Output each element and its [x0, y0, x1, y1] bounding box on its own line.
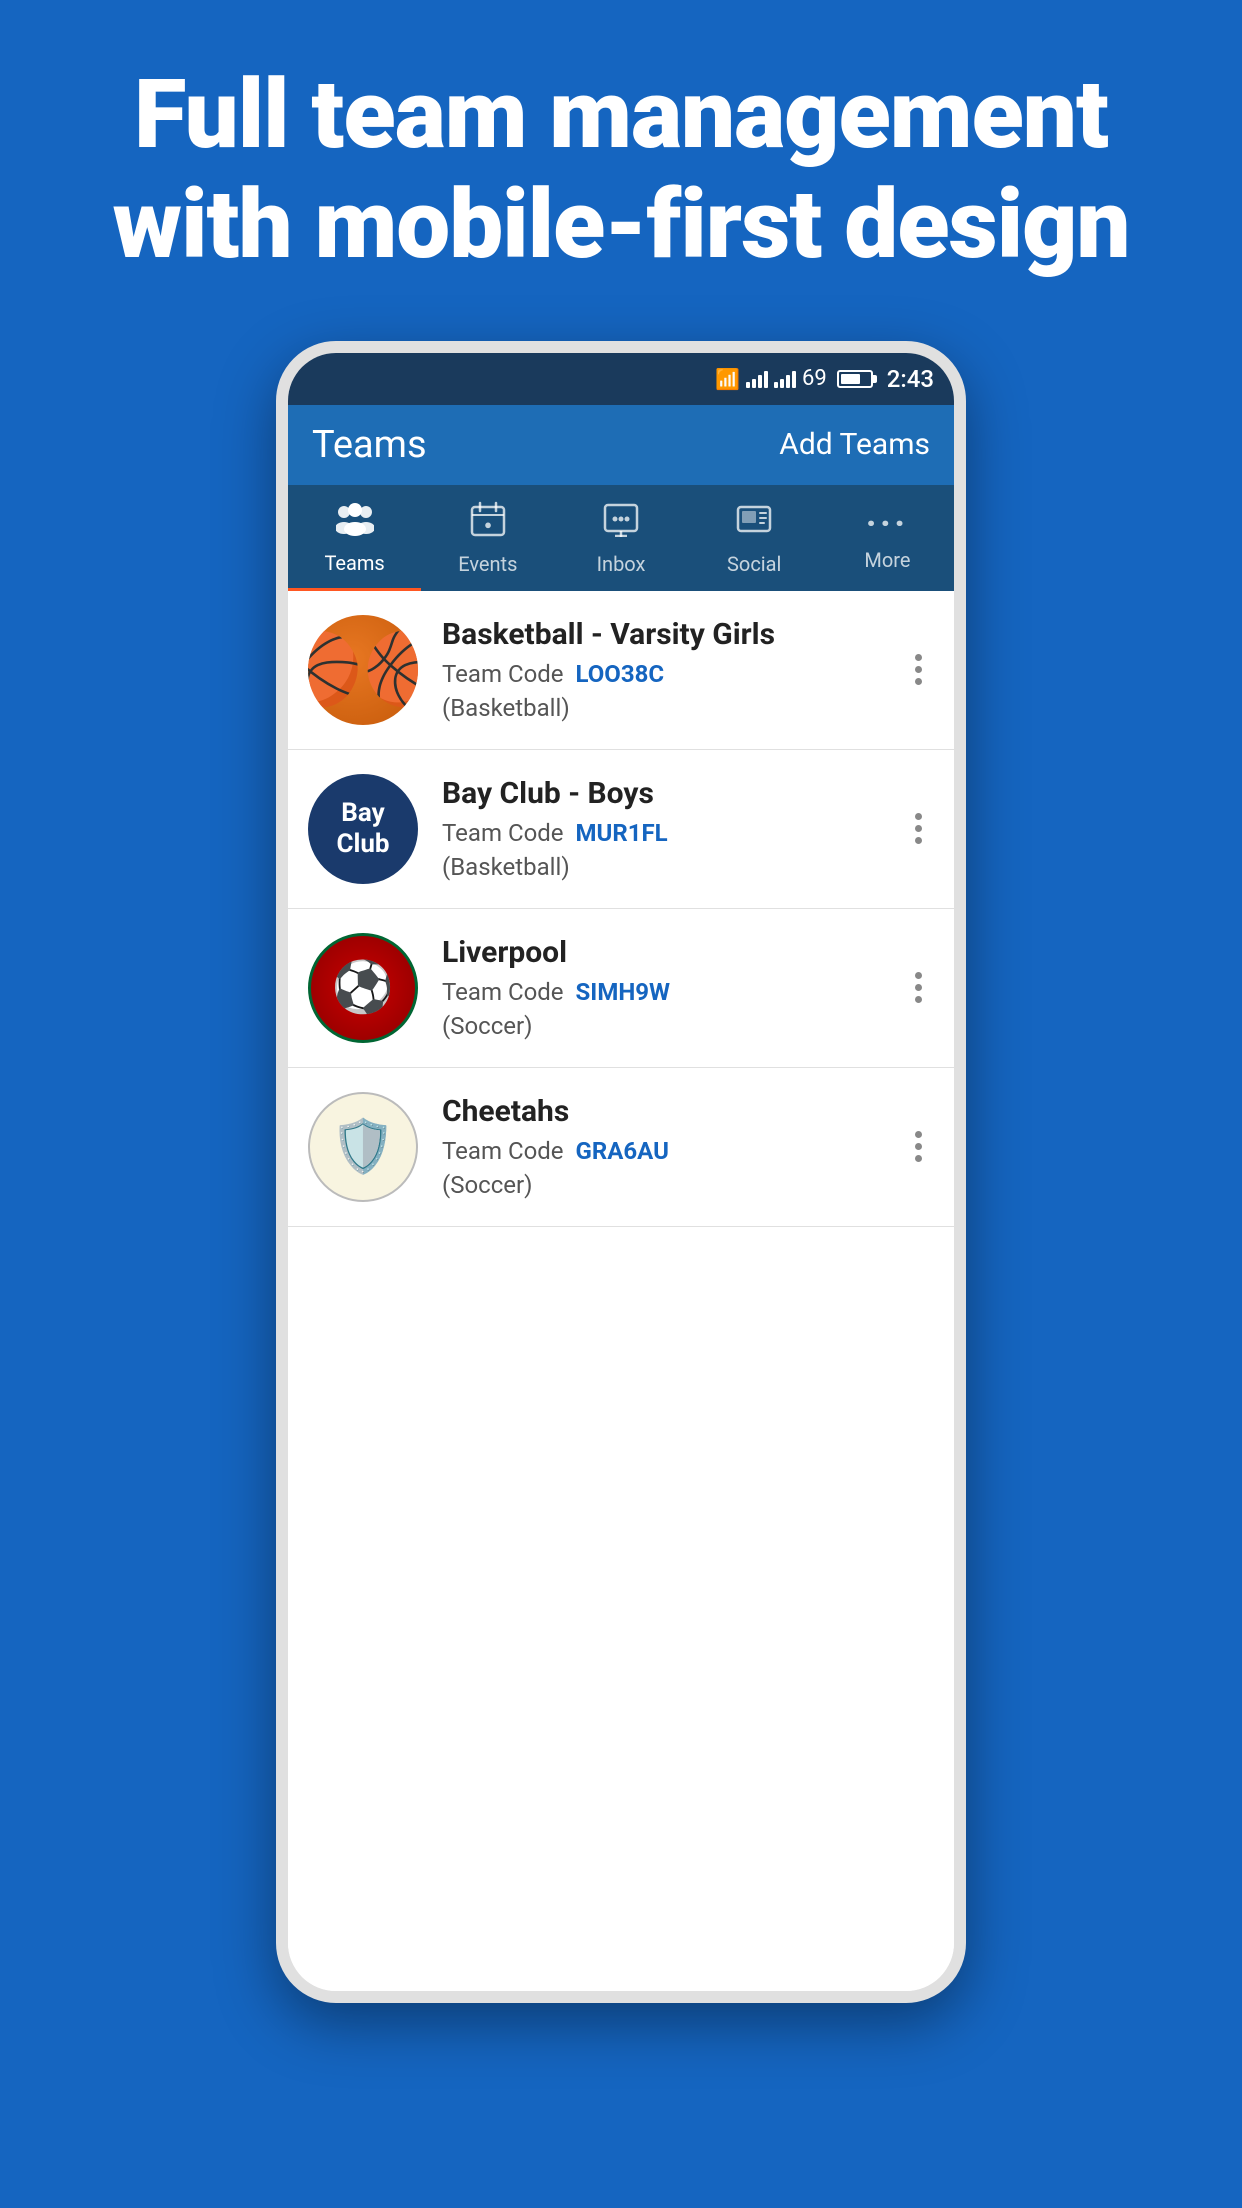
team-code-label-4: Team Code: [442, 1137, 564, 1165]
team-avatar-cheetahs: 🛡️: [308, 1092, 418, 1202]
battery-level: 69: [802, 366, 827, 391]
status-time: 2:43: [887, 365, 934, 393]
signal-bars-1: [746, 370, 768, 388]
team-item[interactable]: 🏀 Basketball - Varsity Girls Team Code L…: [288, 591, 954, 750]
menu-dot: [915, 666, 922, 673]
menu-dot: [915, 1131, 922, 1138]
tab-events[interactable]: ● Events: [421, 485, 554, 591]
team-code-value-4: GRA6AU: [576, 1137, 669, 1165]
team-item[interactable]: 🛡️ Cheetahs Team Code GRA6AU (Soccer): [288, 1068, 954, 1227]
team-code-row-3: Team Code SIMH9W: [442, 978, 903, 1006]
team-code-row-4: Team Code GRA6AU: [442, 1137, 903, 1165]
team-sport-2: (Basketball): [442, 853, 903, 881]
team-menu-4[interactable]: [903, 1119, 934, 1174]
app-title: Teams: [312, 423, 427, 467]
tab-inbox[interactable]: Inbox: [554, 485, 687, 591]
events-icon: ●: [470, 501, 506, 546]
tab-events-label: Events: [458, 552, 517, 576]
phone-wrapper: 📶 69 2:43 Teams: [0, 321, 1242, 2003]
menu-dot: [915, 996, 922, 1003]
team-info-3: Liverpool Team Code SIMH9W (Soccer): [442, 935, 903, 1040]
battery-icon: [837, 370, 873, 388]
wifi-icon: 📶: [715, 367, 740, 391]
menu-dot: [915, 1155, 922, 1162]
menu-dot: [915, 984, 922, 991]
tab-social[interactable]: Social: [688, 485, 821, 591]
team-sport-3: (Soccer): [442, 1012, 903, 1040]
team-code-value-1: LOO38C: [576, 660, 665, 688]
tab-more[interactable]: ··· More: [821, 485, 954, 591]
team-avatar-basketball: 🏀: [308, 615, 418, 725]
hero-section: Full team management with mobile-first d…: [0, 0, 1242, 321]
tab-teams[interactable]: Teams: [288, 485, 421, 591]
team-code-label-3: Team Code: [442, 978, 564, 1006]
team-code-value-2: MUR1FL: [576, 819, 668, 847]
team-name-1: Basketball - Varsity Girls: [442, 617, 903, 652]
menu-dot: [915, 678, 922, 685]
social-icon: [736, 501, 772, 546]
menu-dot: [915, 654, 922, 661]
team-name-4: Cheetahs: [442, 1094, 903, 1129]
tab-social-label: Social: [727, 552, 781, 576]
team-name-3: Liverpool: [442, 935, 903, 970]
team-sport-4: (Soccer): [442, 1171, 903, 1199]
team-info-1: Basketball - Varsity Girls Team Code LOO…: [442, 617, 903, 722]
svg-text:●: ●: [484, 518, 492, 533]
tab-inbox-label: Inbox: [597, 552, 646, 576]
tab-more-label: More: [864, 548, 910, 572]
team-menu-3[interactable]: [903, 960, 934, 1015]
menu-dot: [915, 837, 922, 844]
app-header: Teams Add Teams: [288, 405, 954, 485]
team-code-value-3: SIMH9W: [576, 978, 671, 1006]
team-info-4: Cheetahs Team Code GRA6AU (Soccer): [442, 1094, 903, 1199]
team-code-row-1: Team Code LOO38C: [442, 660, 903, 688]
hero-title: Full team management with mobile-first d…: [80, 60, 1162, 281]
more-icon: ···: [866, 504, 909, 542]
team-item[interactable]: ⚽ Liverpool Team Code SIMH9W (Soccer): [288, 909, 954, 1068]
menu-dot: [915, 825, 922, 832]
team-menu-2[interactable]: [903, 801, 934, 856]
team-avatar-liverpool: ⚽: [308, 933, 418, 1043]
menu-dot: [915, 813, 922, 820]
menu-dot: [915, 1143, 922, 1150]
team-avatar-bayclub: BayClub: [308, 774, 418, 884]
team-item[interactable]: BayClub Bay Club - Boys Team Code MUR1FL…: [288, 750, 954, 909]
team-sport-1: (Basketball): [442, 694, 903, 722]
avatar-text-bayclub: BayClub: [336, 798, 389, 860]
team-list: 🏀 Basketball - Varsity Girls Team Code L…: [288, 591, 954, 1991]
team-menu-1[interactable]: [903, 642, 934, 697]
status-icons: 📶 69 2:43: [715, 365, 934, 393]
team-info-2: Bay Club - Boys Team Code MUR1FL (Basket…: [442, 776, 903, 881]
tab-teams-label: Teams: [324, 551, 384, 575]
inbox-icon: [603, 501, 639, 546]
status-bar: 📶 69 2:43: [288, 353, 954, 405]
team-code-label-1: Team Code: [442, 660, 564, 688]
team-name-2: Bay Club - Boys: [442, 776, 903, 811]
add-teams-button[interactable]: Add Teams: [779, 427, 930, 462]
team-code-row-2: Team Code MUR1FL: [442, 819, 903, 847]
teams-icon: [336, 502, 374, 545]
team-code-label-2: Team Code: [442, 819, 564, 847]
tab-bar: Teams ● Events: [288, 485, 954, 591]
menu-dot: [915, 972, 922, 979]
signal-bars-2: [774, 370, 796, 388]
phone-mockup: 📶 69 2:43 Teams: [276, 341, 966, 2003]
